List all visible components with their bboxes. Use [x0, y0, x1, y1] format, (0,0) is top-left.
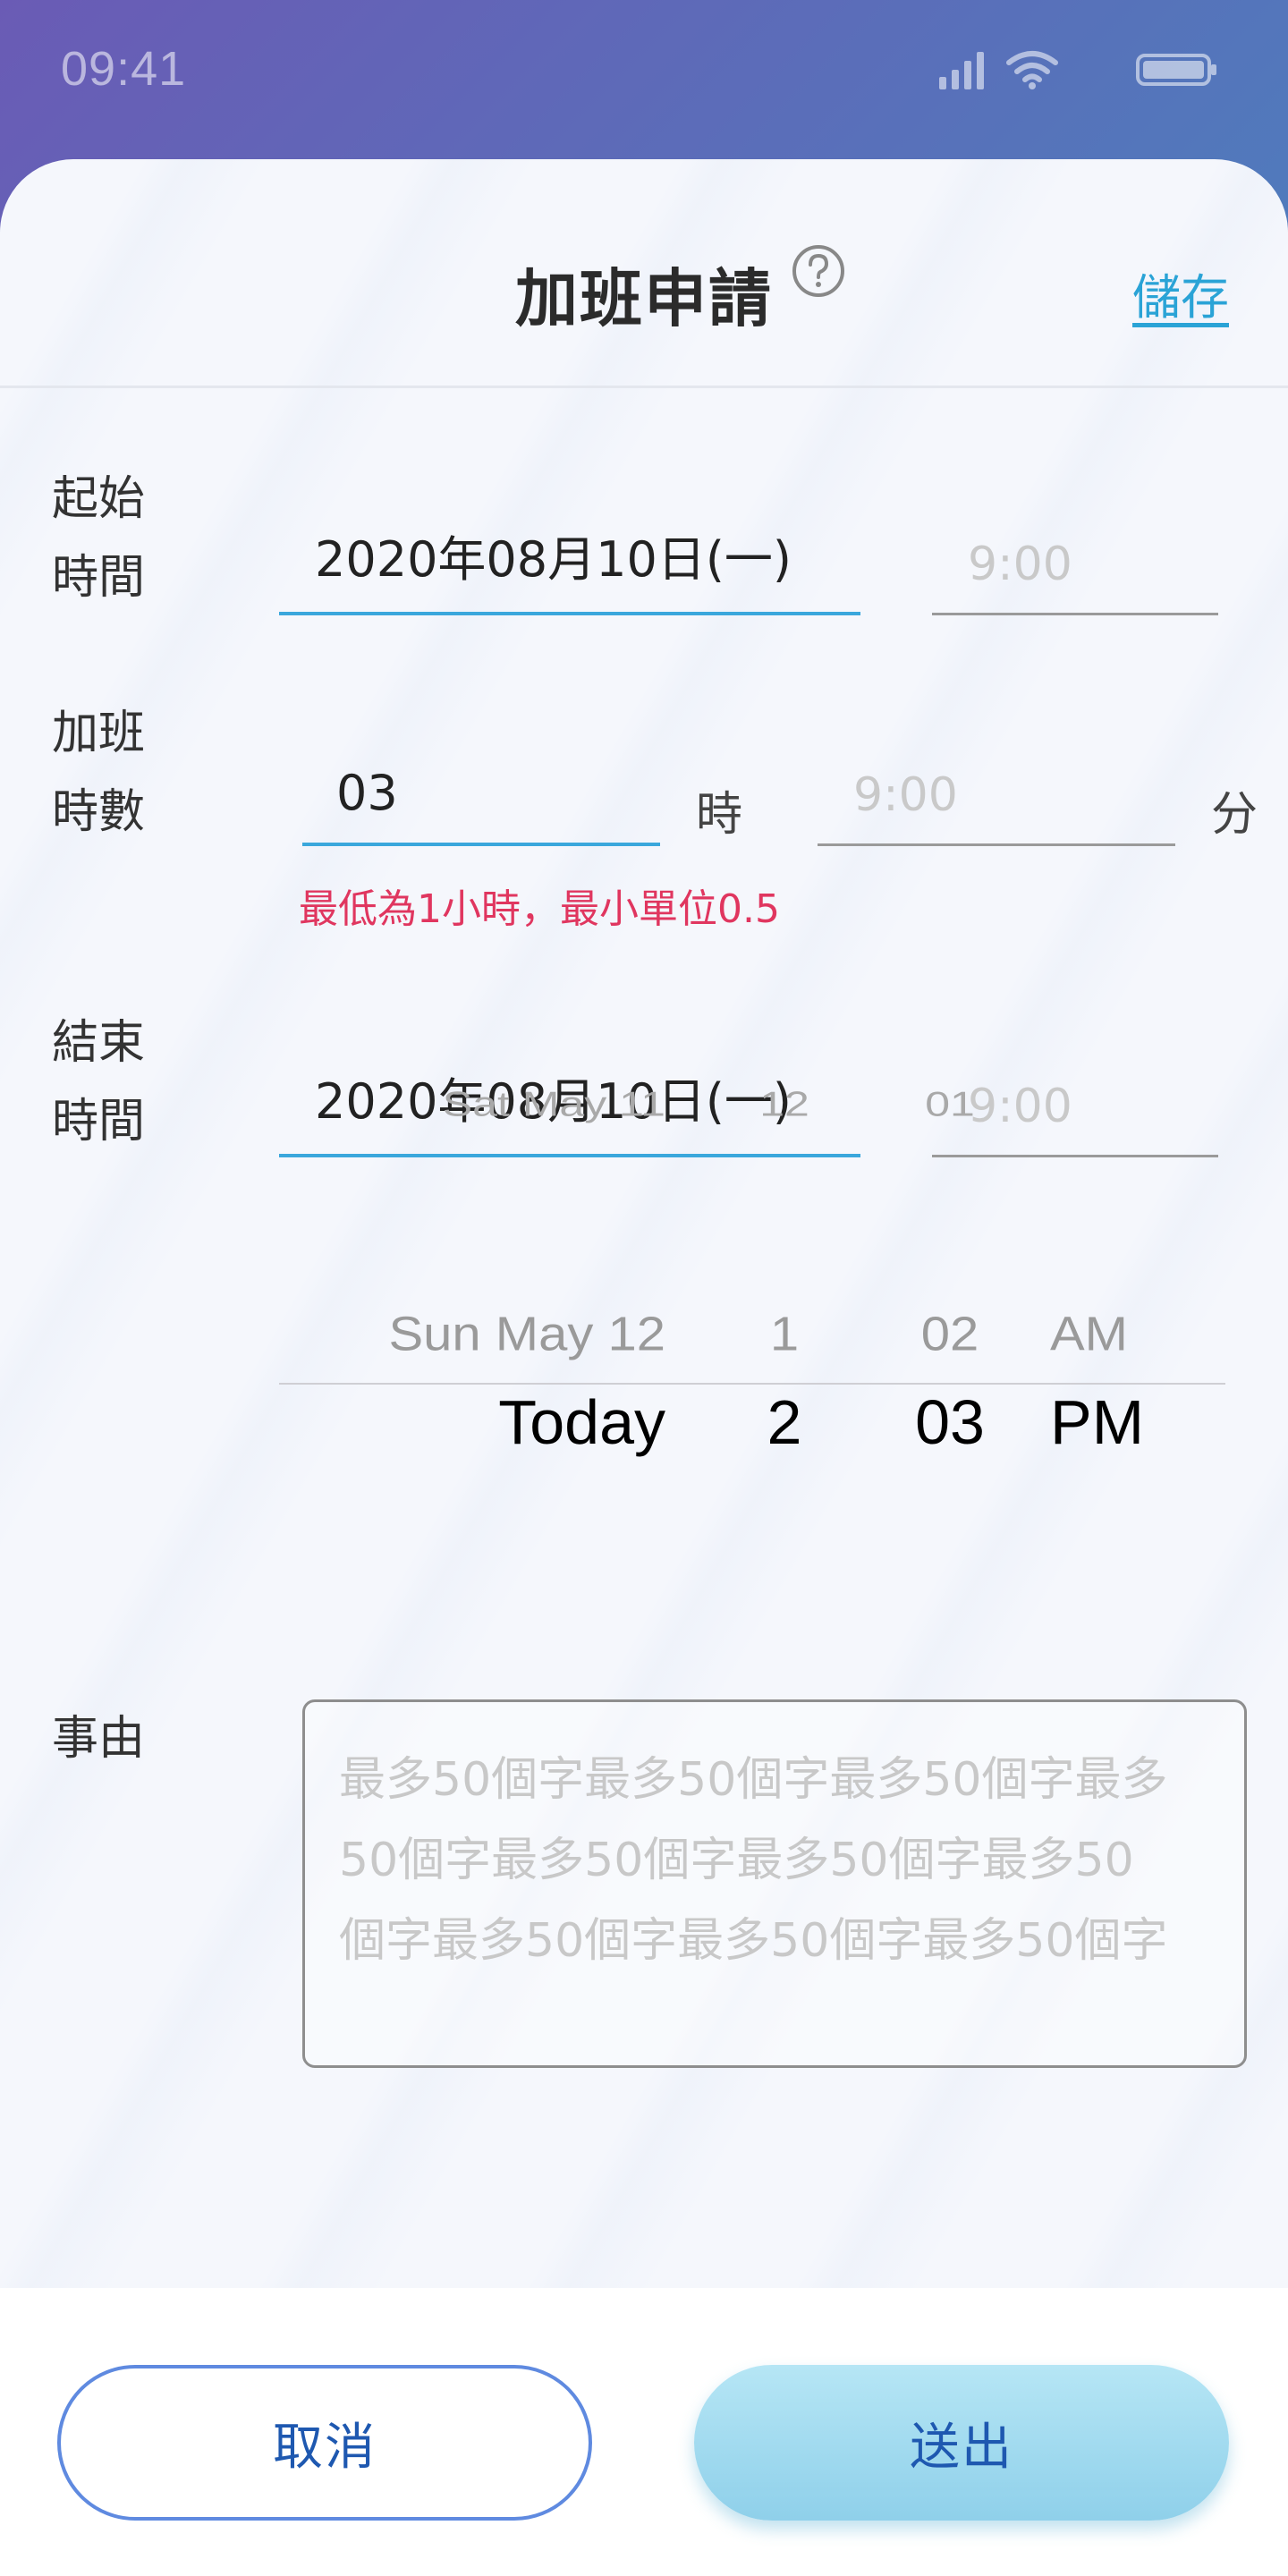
- picker-minute-cell[interactable]: 01: [860, 1087, 1039, 1122]
- hours-hint: 最低為1小時，最小單位0.5: [299, 886, 780, 932]
- start-date-value: 2020年08月10日(一): [315, 531, 792, 588]
- picker-ampm-cell[interactable]: AM: [1050, 1310, 1128, 1358]
- header: 加班申請 儲存: [0, 159, 1288, 388]
- hours-value: 03: [336, 765, 398, 821]
- question-circle-icon[interactable]: [791, 243, 846, 299]
- start-date-field[interactable]: 2020年08月10日(一): [279, 522, 860, 615]
- start-time-label: 起始 時間: [52, 460, 177, 617]
- picker-minute-cell[interactable]: 03: [860, 1391, 1039, 1453]
- reason-label: 事由: [52, 1712, 146, 1766]
- picker-date-cell[interactable]: Today: [498, 1391, 665, 1453]
- start-time-label-line1: 起始: [52, 472, 146, 526]
- picker-date-cell[interactable]: Sun May 12: [388, 1310, 665, 1358]
- end-time-label: 結束 時間: [52, 1004, 177, 1161]
- end-time-label-line1: 結束: [52, 1016, 146, 1070]
- picker-minute-cell[interactable]: 02: [860, 1310, 1039, 1358]
- picker-hour-cell[interactable]: 12: [695, 1087, 874, 1122]
- end-time-label-line2: 時間: [52, 1095, 146, 1148]
- datetime-wheel-picker[interactable]: Fri May 101100Sat May 111201Sun May 1210…: [279, 1073, 1225, 1467]
- wifi-icon: [1005, 50, 1059, 93]
- overtime-hours-label-line1: 加班: [52, 707, 146, 760]
- minutes-unit: 分: [1211, 788, 1258, 842]
- minutes-input[interactable]: 9:00: [818, 753, 1175, 846]
- hours-unit: 時: [696, 788, 743, 842]
- overtime-hours-label: 加班 時數: [52, 694, 177, 852]
- signal-icon: [937, 50, 987, 93]
- page-title: 加班申請: [515, 262, 773, 335]
- status-bar: 09:41: [0, 0, 1288, 159]
- start-time-field[interactable]: 9:00: [932, 522, 1218, 615]
- overtime-hours-label-line2: 時數: [52, 785, 146, 839]
- picker-selection-top-line: [279, 1383, 1225, 1385]
- hours-input[interactable]: 03: [302, 753, 660, 846]
- reason-textarea[interactable]: 最多50個字最多50個字最多50個字最多50個字最多50個字最多50個字最多50…: [302, 1699, 1247, 2068]
- battery-icon: [1136, 50, 1218, 93]
- picker-hour-cell[interactable]: 2: [695, 1391, 874, 1453]
- submit-button[interactable]: 送出: [694, 2365, 1229, 2521]
- picker-ampm-cell[interactable]: PM: [1050, 1391, 1144, 1453]
- footer-actions: 取消 送出: [0, 2288, 1288, 2576]
- cancel-button[interactable]: 取消: [57, 2365, 592, 2521]
- save-link[interactable]: 儲存: [1132, 258, 1229, 328]
- picker-date-cell[interactable]: Sat May 11: [443, 1087, 665, 1122]
- start-time-placeholder: 9:00: [968, 538, 1072, 591]
- minutes-placeholder: 9:00: [853, 768, 958, 822]
- picker-hour-cell[interactable]: 1: [695, 1310, 874, 1358]
- reason-placeholder: 最多50個字最多50個字最多50個字最多50個字最多50個字最多50個字最多50…: [339, 1753, 1168, 1968]
- status-time: 09:41: [61, 42, 187, 96]
- start-time-label-line2: 時間: [52, 551, 146, 605]
